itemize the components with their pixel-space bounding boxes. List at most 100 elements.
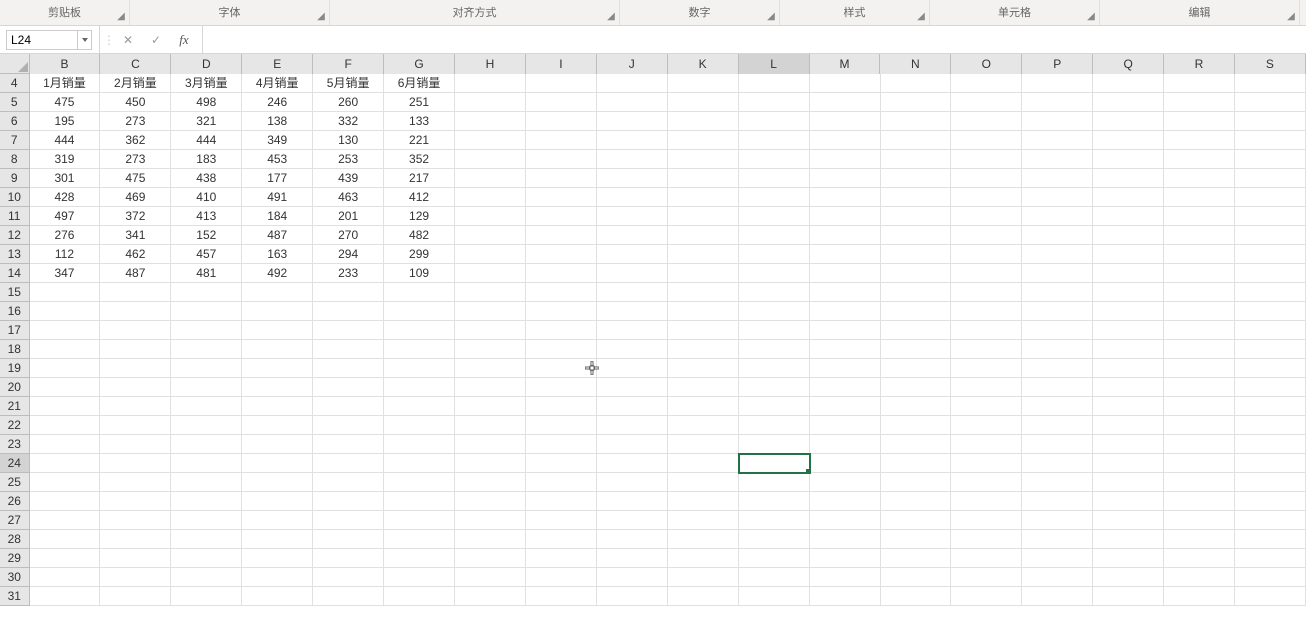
row-header[interactable]: 29: [0, 549, 30, 568]
cell[interactable]: [881, 245, 952, 264]
cell[interactable]: [455, 264, 526, 283]
cell[interactable]: [810, 568, 881, 587]
dialog-launcher-icon[interactable]: ◢: [115, 11, 127, 23]
cell[interactable]: [455, 416, 526, 435]
cell[interactable]: 152: [171, 226, 242, 245]
cell[interactable]: [526, 112, 597, 131]
cell[interactable]: [597, 492, 668, 511]
row-header[interactable]: 24: [0, 454, 30, 473]
cell[interactable]: 450: [100, 93, 171, 112]
row-header[interactable]: 26: [0, 492, 30, 511]
cell[interactable]: [171, 302, 242, 321]
fx-button[interactable]: fx: [170, 26, 198, 53]
cell[interactable]: 138: [242, 112, 313, 131]
cell[interactable]: [597, 131, 668, 150]
cell[interactable]: [171, 397, 242, 416]
cell[interactable]: [313, 454, 384, 473]
cell[interactable]: 457: [171, 245, 242, 264]
row-header[interactable]: 31: [0, 587, 30, 606]
cell[interactable]: 475: [100, 169, 171, 188]
cell[interactable]: [242, 549, 313, 568]
cell[interactable]: [881, 283, 952, 302]
cell[interactable]: [313, 492, 384, 511]
cell[interactable]: [30, 359, 101, 378]
cell[interactable]: [810, 378, 881, 397]
cell[interactable]: [668, 340, 739, 359]
cell[interactable]: [1235, 283, 1306, 302]
cell[interactable]: [739, 473, 810, 492]
cell[interactable]: [951, 131, 1022, 150]
cell[interactable]: [171, 492, 242, 511]
cell[interactable]: [1022, 359, 1093, 378]
cell[interactable]: [881, 150, 952, 169]
cell[interactable]: [526, 568, 597, 587]
row-header[interactable]: 7: [0, 131, 30, 150]
column-header[interactable]: R: [1164, 54, 1235, 74]
cell[interactable]: [384, 321, 455, 340]
cell[interactable]: [668, 454, 739, 473]
cell[interactable]: [1235, 340, 1306, 359]
cell[interactable]: [881, 169, 952, 188]
cell[interactable]: [1164, 454, 1235, 473]
cell[interactable]: 491: [242, 188, 313, 207]
cell[interactable]: [313, 359, 384, 378]
column-header[interactable]: F: [313, 54, 384, 74]
cell[interactable]: [739, 150, 810, 169]
cell[interactable]: [881, 188, 952, 207]
cell[interactable]: [810, 416, 881, 435]
cell[interactable]: [1164, 321, 1235, 340]
cell[interactable]: [951, 283, 1022, 302]
cell[interactable]: [100, 587, 171, 606]
cell[interactable]: [1235, 245, 1306, 264]
cell[interactable]: [739, 112, 810, 131]
cell[interactable]: 6月销量: [384, 74, 455, 93]
cell[interactable]: [100, 378, 171, 397]
cell[interactable]: [951, 264, 1022, 283]
cell[interactable]: 130: [313, 131, 384, 150]
cell[interactable]: [1022, 264, 1093, 283]
cell[interactable]: [951, 359, 1022, 378]
cell[interactable]: [881, 378, 952, 397]
cell[interactable]: [1164, 226, 1235, 245]
cell[interactable]: [100, 454, 171, 473]
cell[interactable]: [881, 74, 952, 93]
cell[interactable]: 260: [313, 93, 384, 112]
cell[interactable]: 463: [313, 188, 384, 207]
cell[interactable]: [1164, 473, 1235, 492]
cell[interactable]: [668, 397, 739, 416]
cell[interactable]: [1093, 302, 1164, 321]
cell[interactable]: [526, 359, 597, 378]
cell[interactable]: [313, 473, 384, 492]
cell[interactable]: [384, 302, 455, 321]
cell[interactable]: [597, 150, 668, 169]
cell[interactable]: [30, 492, 101, 511]
row-header[interactable]: 10: [0, 188, 30, 207]
cell[interactable]: [1164, 131, 1235, 150]
cell[interactable]: [951, 188, 1022, 207]
cell[interactable]: [1093, 492, 1164, 511]
cell[interactable]: [810, 150, 881, 169]
cell[interactable]: [526, 492, 597, 511]
cell[interactable]: [171, 321, 242, 340]
cell[interactable]: [668, 283, 739, 302]
cell[interactable]: [881, 549, 952, 568]
cell[interactable]: [526, 530, 597, 549]
cell[interactable]: 163: [242, 245, 313, 264]
cell[interactable]: [951, 587, 1022, 606]
cell[interactable]: [1093, 340, 1164, 359]
cell[interactable]: [384, 283, 455, 302]
cell[interactable]: 413: [171, 207, 242, 226]
cell[interactable]: 4月销量: [242, 74, 313, 93]
cell[interactable]: [951, 112, 1022, 131]
cell[interactable]: [313, 435, 384, 454]
cell[interactable]: [242, 435, 313, 454]
cell[interactable]: [668, 264, 739, 283]
cell[interactable]: [597, 283, 668, 302]
cell[interactable]: [1235, 454, 1306, 473]
cell[interactable]: [1022, 207, 1093, 226]
cell[interactable]: [597, 473, 668, 492]
enter-formula-button[interactable]: ✓: [142, 26, 170, 53]
cell[interactable]: [1093, 321, 1164, 340]
dialog-launcher-icon[interactable]: ◢: [1085, 11, 1097, 23]
cell[interactable]: [1022, 93, 1093, 112]
